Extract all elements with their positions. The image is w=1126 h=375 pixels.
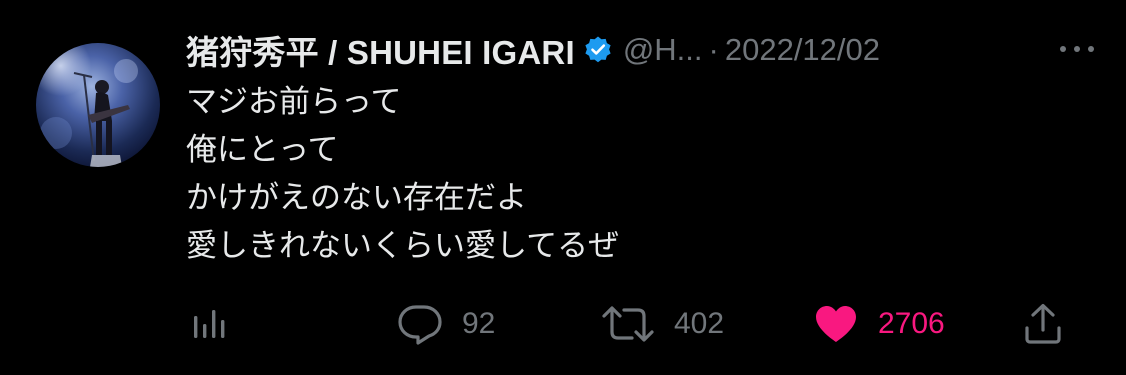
tweet-text-line: かけがえのない存在だよ <box>186 180 527 216</box>
tweet-header: 猪狩秀平 / SHUHEI IGARI @H... · 2022/12/02 <box>186 26 880 74</box>
analytics-icon <box>194 310 225 338</box>
share-button[interactable] <box>1022 296 1064 352</box>
header-separator: · <box>708 32 719 67</box>
heart-icon <box>816 306 856 342</box>
tweet-text: マジお前らって 俺にとって かけがえのない存在だよ 愛しきれないくらい愛してるぜ <box>186 78 1066 270</box>
avatar-guitarist-photo-icon <box>36 43 160 167</box>
display-name[interactable]: 猪狩秀平 / SHUHEI IGARI <box>186 26 575 74</box>
share-icon <box>1025 303 1061 344</box>
tweet-text-line: 愛しきれないくらい愛してるぜ <box>186 228 620 264</box>
tweet-text-line: マジお前らって <box>186 84 402 120</box>
tweet-date[interactable]: 2022/12/02 <box>725 32 880 68</box>
reply-icon <box>398 305 442 345</box>
reply-button[interactable]: 92 <box>396 296 495 352</box>
avatar[interactable] <box>36 43 160 167</box>
like-count: 2706 <box>878 307 945 340</box>
retweet-count: 402 <box>674 307 725 340</box>
reply-count: 92 <box>462 307 496 340</box>
action-bar: 92 402 2706 <box>0 296 1126 352</box>
retweet-button[interactable]: 402 <box>600 296 724 352</box>
more-dots-icon[interactable] <box>1060 36 1094 62</box>
tweet-card[interactable]: 猪狩秀平 / SHUHEI IGARI @H... · 2022/12/02 マ… <box>0 0 1126 375</box>
like-button[interactable]: 2706 <box>812 296 945 352</box>
handle[interactable]: @H... <box>623 32 703 68</box>
tweet-text-line: 俺にとって <box>186 132 339 168</box>
retweet-icon <box>602 306 654 342</box>
verified-badge-icon <box>583 35 613 65</box>
views-button[interactable] <box>190 296 230 352</box>
